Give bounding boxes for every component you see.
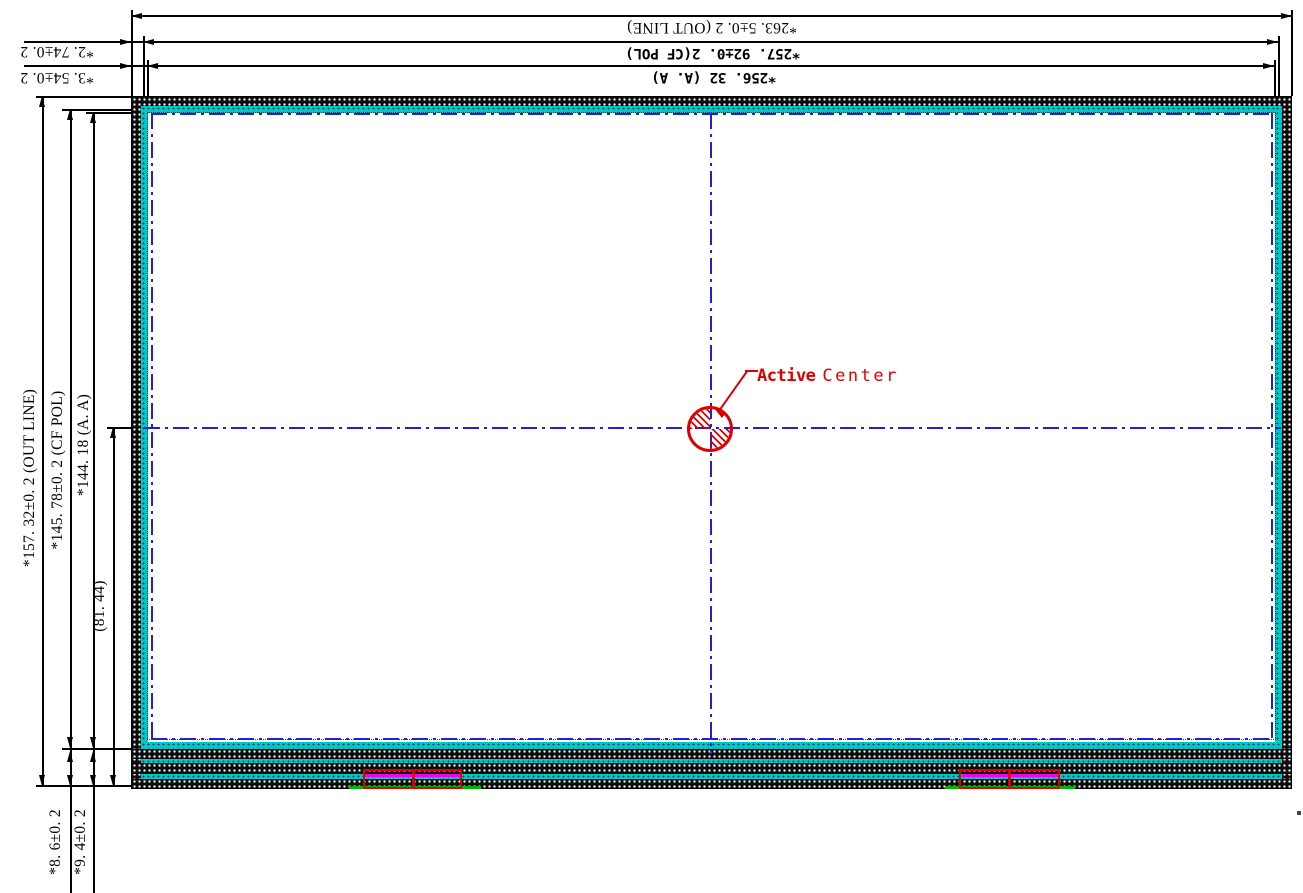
stray-mark [1297, 811, 1301, 815]
arrow-left-icon [147, 63, 158, 69]
extension-line [36, 785, 131, 787]
dim-line-center-to-bottom [113, 427, 115, 786]
dim-label-cfpol-width: *257. 92±0. 2(CF POL) [626, 45, 801, 61]
dim-label-cfpol-height: *145. 78±0. 2 (CF POL) [49, 391, 67, 550]
dim-line-outline-width [131, 15, 1292, 17]
arrow-left-icon [143, 39, 154, 45]
extension-line [1278, 36, 1280, 104]
dim-label-bottom-cfpol-gap: *8. 6±0. 2 [47, 809, 65, 875]
panel-seal-band-left [132, 97, 141, 788]
active-center-label-regular: Center [822, 366, 898, 386]
connector-divider-right [1008, 769, 1011, 789]
active-center-label-bold: Active [757, 366, 815, 386]
dim-label-left-bezel: *2. 74±0. 2 [20, 42, 94, 60]
arrow-right-icon [1263, 63, 1274, 69]
arrow-up-icon [90, 112, 96, 123]
arrow-left-icon [131, 13, 142, 19]
arrow-up-icon [110, 427, 116, 438]
dim-label-aa-width: *256. 32 (A. A) [652, 69, 777, 85]
extension-line [143, 36, 145, 104]
arrow-up-icon [67, 751, 73, 762]
dim-label-aa-height: *144. 18 (A. A) [75, 394, 93, 496]
dim-label-outline-height: *157. 32±0. 2 (OUT LINE) [21, 389, 39, 567]
arrow-up-icon [67, 109, 73, 120]
dim-label-left-aa-offset: *3. 54±0. 2 [20, 68, 94, 86]
active-center-symbol [687, 406, 733, 452]
panel-seal-band-top [132, 97, 1291, 106]
extension-line [36, 96, 131, 98]
active-center-hatch-quadrant [710, 429, 730, 449]
dim-label-outline-width: *263. 5±0. 2 (OUT LINE) [627, 18, 797, 36]
panel-seal-band-right [1282, 97, 1291, 788]
extension-line [1291, 10, 1293, 96]
arrow-right-icon [120, 63, 131, 69]
arrow-right-icon [1267, 39, 1278, 45]
connector-divider-left [412, 769, 415, 789]
arrow-right-icon [120, 39, 131, 45]
active-center-hatch-quadrant [690, 409, 710, 429]
dim-label-center-to-bottom: (81. 44) [91, 580, 109, 631]
arrow-up-icon [90, 751, 96, 762]
ledge-band-black [132, 779, 1291, 788]
arrow-down-icon [67, 737, 73, 748]
dim-line-outline-height [42, 96, 44, 786]
active-center-label: Active Center [757, 366, 899, 386]
arrow-down-icon [90, 737, 96, 748]
dim-line-cfpol-width [24, 41, 1279, 43]
extension-line [62, 748, 131, 750]
cf-pol-band-right [1275, 106, 1282, 742]
lcd-panel-outline-drawing: *263. 5±0. 2 (OUT LINE) *257. 92±0. 2(CF… [0, 0, 1303, 893]
dim-line-aa-width [24, 65, 1275, 67]
dim-label-bottom-aa-gap: *9. 4±0. 2 [72, 809, 90, 875]
arrow-up-icon [39, 96, 45, 107]
ledge-band-black [132, 763, 1291, 774]
extension-line [131, 10, 133, 96]
